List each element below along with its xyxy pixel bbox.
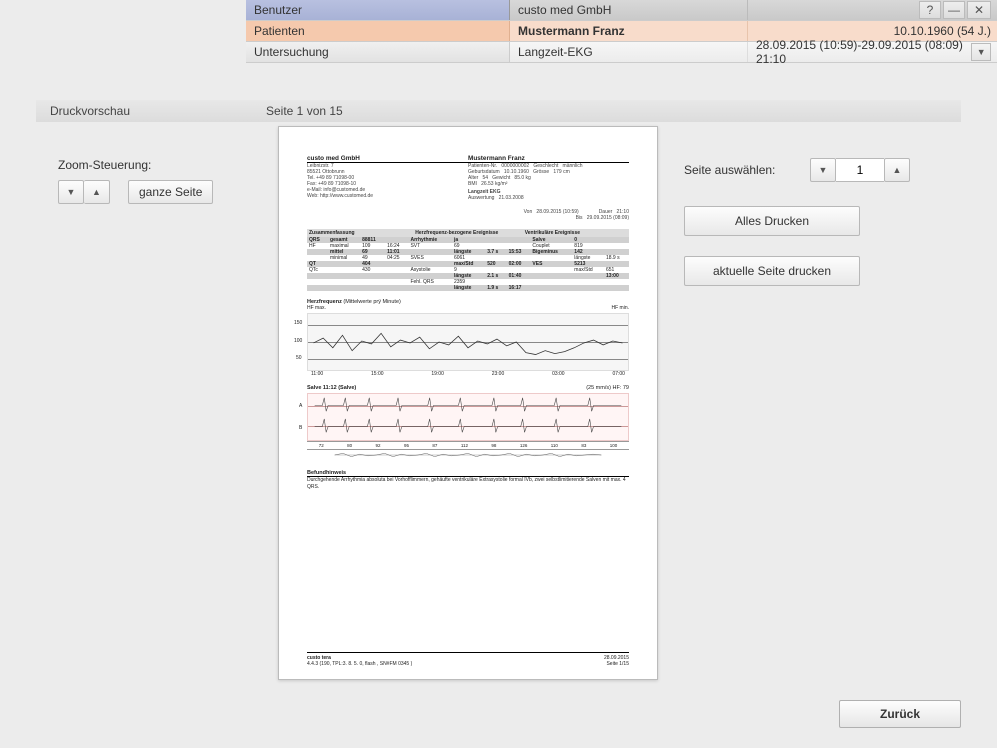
zoom-out-button[interactable]: [58, 180, 84, 204]
untersuchung-range-text: 28.09.2015 (10:59)-29.09.2015 (08:09) 21…: [756, 38, 967, 66]
page-prev-button[interactable]: [810, 158, 836, 182]
benutzer-label: Benutzer: [246, 0, 510, 20]
patient-label: Patienten: [246, 21, 510, 41]
window-header: Benutzer custo med GmbH ? — ✕ Patienten …: [246, 0, 997, 63]
untersuchung-range: 28.09.2015 (10:59)-29.09.2015 (08:09) 21…: [748, 42, 997, 62]
right-panel: Seite auswählen: Alles Drucken aktuelle …: [684, 158, 934, 306]
header-row-untersuchung: Untersuchung Langzeit-EKG 28.09.2015 (10…: [246, 42, 997, 63]
benutzer-value: custo med GmbH: [510, 0, 748, 20]
minimize-button[interactable]: —: [943, 1, 965, 19]
print-preview-page: custo med GmbH Mustermann Franz Leibnizs…: [278, 126, 658, 680]
page-next-button[interactable]: [884, 158, 910, 182]
preview-titlebar: Druckvorschau Seite 1 von 15: [36, 100, 961, 122]
page-indicator: Seite 1 von 15: [266, 104, 343, 118]
page-number-input[interactable]: [836, 158, 884, 182]
help-button[interactable]: ?: [919, 1, 941, 19]
main-panel: Druckvorschau Seite 1 von 15 Zoom-Steuer…: [36, 100, 961, 680]
close-button[interactable]: ✕: [967, 1, 991, 19]
zoom-label: Zoom-Steuerung:: [58, 158, 258, 172]
zoom-in-button[interactable]: [84, 180, 110, 204]
patient-value: Mustermann Franz: [510, 21, 748, 41]
page-select-label: Seite auswählen:: [684, 163, 804, 177]
report-ecg-strip: Salve 11:12 (Salve)(25 mm/s) HF: 79 A B: [307, 385, 629, 462]
report-company: custo med GmbH: [307, 155, 468, 162]
report-befundhinweis: Befundhinweis Durchgehende Arrhythmia ab…: [307, 470, 629, 490]
untersuchung-label: Untersuchung: [246, 42, 510, 62]
report-company-info: Leibnizstr. 7 85521 Ottobrunn Tel. +49 8…: [307, 163, 468, 201]
report-footer: custo tera 4.4.3 (190, TPL:3. 8. 5. 0, f…: [307, 652, 629, 667]
window-controls: ? — ✕: [748, 0, 997, 20]
report-patient-info: Patienten-Nr. 0000000002 Geschlecht männ…: [468, 163, 629, 201]
untersuchung-value: Langzeit-EKG: [510, 42, 748, 62]
report-hf-chart: Herzfrequenz (Mittelwerte prÿ Minute) HF…: [307, 299, 629, 377]
back-button[interactable]: Zurück: [839, 700, 961, 728]
print-current-button[interactable]: aktuelle Seite drucken: [684, 256, 860, 286]
untersuchung-dropdown-icon[interactable]: [971, 43, 991, 61]
print-all-button[interactable]: Alles Drucken: [684, 206, 860, 236]
zoom-panel: Zoom-Steuerung: ganze Seite: [58, 158, 258, 204]
report-summary-tables: Zusammenfassung Herzfrequenz-bezogene Er…: [307, 229, 629, 291]
preview-title: Druckvorschau: [50, 104, 266, 118]
header-row-benutzer: Benutzer custo med GmbH ? — ✕: [246, 0, 997, 21]
report-patient-name: Mustermann Franz: [468, 155, 629, 162]
zoom-whole-page-button[interactable]: ganze Seite: [128, 180, 213, 204]
